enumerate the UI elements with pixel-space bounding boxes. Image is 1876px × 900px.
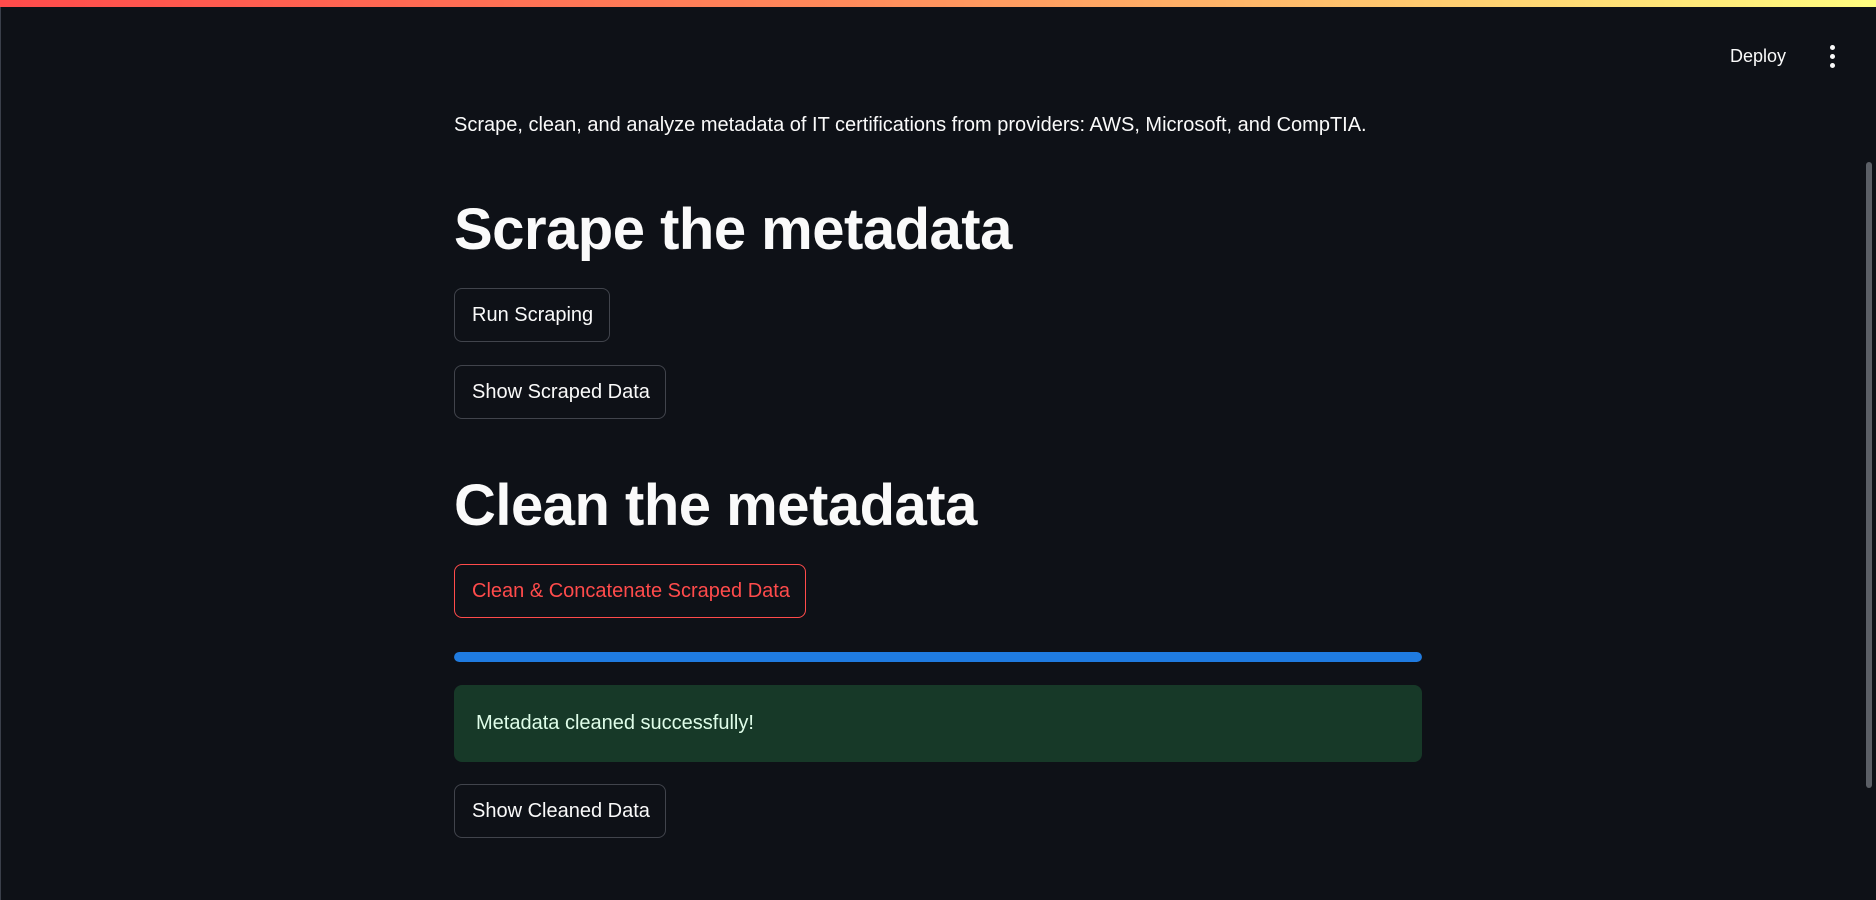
scrape-heading: Scrape the metadata [454, 197, 1012, 262]
clean-heading: Clean the metadata [454, 473, 977, 538]
vertical-scrollbar[interactable] [1866, 162, 1872, 788]
show-scraped-data-button[interactable]: Show Scraped Data [454, 365, 666, 419]
menu-dot [1829, 63, 1835, 68]
success-alert: Metadata cleaned successfully! [454, 685, 1422, 762]
progress-bar [454, 652, 1422, 662]
app-root: Deploy Scrape, clean, and analyze metada… [0, 0, 1876, 900]
vertical-ellipsis-icon[interactable] [1822, 45, 1842, 69]
menu-dot [1829, 45, 1835, 50]
progress-fill [454, 652, 1422, 662]
clean-concatenate-button[interactable]: Clean & Concatenate Scraped Data [454, 564, 806, 618]
top-decoration-bar [0, 0, 1876, 7]
show-cleaned-data-button[interactable]: Show Cleaned Data [454, 784, 666, 838]
intro-text: Scrape, clean, and analyze metadata of I… [454, 114, 1367, 136]
success-message: Metadata cleaned successfully! [476, 712, 754, 734]
deploy-button[interactable]: Deploy [1722, 40, 1794, 73]
menu-dot [1829, 54, 1835, 59]
sidebar-edge [0, 7, 1, 900]
header-toolbar: Deploy [1722, 40, 1842, 73]
run-scraping-button[interactable]: Run Scraping [454, 288, 610, 342]
